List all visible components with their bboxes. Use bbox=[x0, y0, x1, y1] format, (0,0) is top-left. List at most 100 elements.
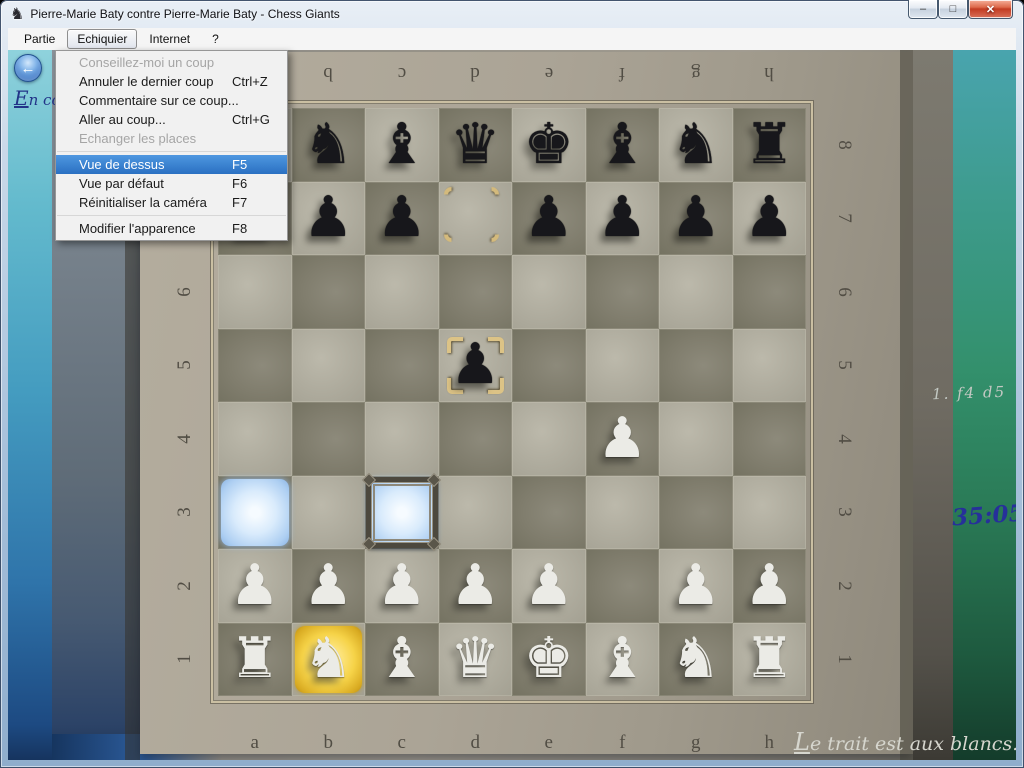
file-label-bottom-c: c bbox=[398, 732, 406, 754]
menu-item-shortcut: Ctrl+G bbox=[232, 110, 270, 129]
window-title: Pierre-Marie Baty contre Pierre-Marie Ba… bbox=[30, 7, 339, 21]
menu-separator bbox=[57, 151, 286, 152]
menu-item-1[interactable]: Annuler le dernier coupCtrl+Z bbox=[56, 72, 287, 91]
menu-item-shortcut: F7 bbox=[232, 193, 247, 212]
chess-piece-white-pawn-a2[interactable]: ♟ bbox=[218, 549, 292, 623]
chess-piece-black-pawn-c7[interactable]: ♟ bbox=[365, 182, 439, 256]
menu-item-shortcut: F6 bbox=[232, 174, 247, 193]
background-right-strip bbox=[953, 50, 1016, 760]
menu-separator bbox=[57, 215, 286, 216]
chess-piece-black-pawn-e7[interactable]: ♟ bbox=[512, 182, 586, 256]
menu-item-3[interactable]: Aller au coup... Ctrl+G bbox=[56, 110, 287, 129]
rank-label-right-3: 3 bbox=[833, 508, 855, 518]
file-label-top-b: b bbox=[324, 62, 334, 84]
file-label-bottom-b: b bbox=[324, 732, 334, 754]
menu-item-shortcut: Ctrl+Z bbox=[232, 72, 268, 91]
rank-label-left-1: 1 bbox=[174, 655, 196, 665]
rank-label-right-2: 2 bbox=[833, 581, 855, 591]
file-label-top-c: c bbox=[398, 62, 406, 84]
menubar-item-echiquier[interactable]: Echiquier bbox=[67, 29, 137, 49]
menu-item-label: Réinitialiser la caméra bbox=[79, 195, 207, 210]
file-label-top-h: h bbox=[765, 62, 775, 84]
menu-item-shortcut: F5 bbox=[232, 155, 247, 174]
chess-piece-black-king-e8[interactable]: ♚ bbox=[512, 108, 586, 182]
table-right-edge bbox=[913, 50, 953, 760]
file-label-top-g: g bbox=[691, 62, 701, 84]
move-list-text: 1. f4 d5 bbox=[932, 383, 1007, 404]
file-label-bottom-g: g bbox=[691, 732, 701, 754]
app-window: ♞ Pierre-Marie Baty contre Pierre-Marie … bbox=[0, 0, 1024, 768]
rank-label-left-4: 4 bbox=[174, 434, 196, 444]
file-label-top-d: d bbox=[471, 62, 481, 84]
menu-item-label: Conseillez-moi un coup bbox=[79, 55, 214, 70]
rank-label-left-3: 3 bbox=[174, 508, 196, 518]
chess-piece-white-bishop-f1[interactable]: ♝ bbox=[586, 623, 660, 697]
menu-item-4[interactable]: Echanger les places bbox=[56, 129, 287, 148]
chess-piece-black-bishop-f8[interactable]: ♝ bbox=[586, 108, 660, 182]
highlight-hover-frame-c3 bbox=[366, 477, 438, 549]
app-knight-icon: ♞ bbox=[10, 4, 24, 24]
chess-piece-white-pawn-f4[interactable]: ♟ bbox=[586, 402, 660, 476]
chess-piece-white-pawn-e2[interactable]: ♟ bbox=[512, 549, 586, 623]
board-pieces: ♜♞♝♛♚♝♞♜♟♟♟♟♟♟♟♟♟♟♟♟♟♟♟♟♜♞♝♛♚♝♞♜ bbox=[218, 108, 806, 696]
chess-piece-white-rook-a1[interactable]: ♜ bbox=[218, 623, 292, 697]
menu-item-label: Vue de dessus bbox=[79, 157, 165, 172]
chess-piece-black-pawn-d5[interactable]: ♟ bbox=[439, 329, 513, 403]
menu-item-label: Modifier l'apparence bbox=[79, 221, 196, 236]
chess-piece-black-knight-b8[interactable]: ♞ bbox=[292, 108, 366, 182]
rank-label-right-1: 1 bbox=[833, 655, 855, 665]
menu-item-10[interactable]: Modifier l'apparence F8 bbox=[56, 219, 287, 238]
rank-label-right-8: 8 bbox=[833, 140, 855, 150]
menubar-item-partie[interactable]: Partie bbox=[14, 29, 65, 49]
chess-piece-black-pawn-f7[interactable]: ♟ bbox=[586, 182, 660, 256]
file-label-top-e: e bbox=[545, 62, 553, 84]
turn-status-text: Le trait est aux blancs. bbox=[794, 728, 1016, 756]
menu-item-6[interactable]: Vue de dessus F5 bbox=[56, 155, 287, 174]
chess-piece-white-king-e1[interactable]: ♚ bbox=[512, 623, 586, 697]
chess-piece-white-pawn-g2[interactable]: ♟ bbox=[659, 549, 733, 623]
file-label-bottom-a: a bbox=[251, 732, 259, 754]
chess-piece-white-pawn-d2[interactable]: ♟ bbox=[439, 549, 513, 623]
chess-piece-black-knight-g8[interactable]: ♞ bbox=[659, 108, 733, 182]
file-label-top-f: f bbox=[619, 62, 625, 84]
menu-item-8[interactable]: Réinitialiser la caméra F7 bbox=[56, 193, 287, 212]
rank-label-right-5: 5 bbox=[833, 361, 855, 371]
menu-item-label: Echanger les places bbox=[79, 131, 196, 146]
chess-piece-white-pawn-h2[interactable]: ♟ bbox=[733, 549, 807, 623]
menubar-item-internet[interactable]: Internet bbox=[139, 29, 200, 49]
chess-piece-black-pawn-b7[interactable]: ♟ bbox=[292, 182, 366, 256]
back-button[interactable]: ← bbox=[14, 54, 42, 82]
menubar-item-?[interactable]: ? bbox=[202, 29, 229, 49]
chess-piece-white-queen-d1[interactable]: ♛ bbox=[439, 623, 513, 697]
chess-piece-white-rook-h1[interactable]: ♜ bbox=[733, 623, 807, 697]
rank-label-right-4: 4 bbox=[833, 434, 855, 444]
menu-item-0[interactable]: Conseillez-moi un coup bbox=[56, 53, 287, 72]
menu-item-2[interactable]: Commentaire sur ce coup... bbox=[56, 91, 287, 110]
rank-label-left-6: 6 bbox=[174, 287, 196, 297]
menu-bar: PartieEchiquierInternet? bbox=[8, 28, 1016, 50]
echiquier-menu: Conseillez-moi un coup Annuler le dernier… bbox=[55, 50, 288, 241]
clock-text: 35:05 bbox=[951, 500, 1016, 532]
file-label-bottom-h: h bbox=[765, 732, 775, 754]
chess-piece-white-pawn-b2[interactable]: ♟ bbox=[292, 549, 366, 623]
chess-piece-white-knight-g1[interactable]: ♞ bbox=[659, 623, 733, 697]
menu-item-label: Aller au coup... bbox=[79, 112, 166, 127]
chess-piece-black-rook-h8[interactable]: ♜ bbox=[733, 108, 807, 182]
maximize-button[interactable]: □ bbox=[938, 0, 968, 19]
title-bar[interactable]: ♞ Pierre-Marie Baty contre Pierre-Marie … bbox=[0, 0, 1024, 28]
rank-label-left-5: 5 bbox=[174, 361, 196, 371]
chess-piece-black-pawn-g7[interactable]: ♟ bbox=[659, 182, 733, 256]
close-button[interactable]: ✕ bbox=[968, 0, 1013, 19]
chess-piece-black-queen-d8[interactable]: ♛ bbox=[439, 108, 513, 182]
menu-item-shortcut: F8 bbox=[232, 219, 247, 238]
file-label-bottom-d: d bbox=[471, 732, 481, 754]
menu-item-label: Vue par défaut bbox=[79, 176, 164, 191]
rank-label-right-6: 6 bbox=[833, 287, 855, 297]
minimize-button[interactable]: – bbox=[908, 0, 938, 19]
chess-piece-black-bishop-c8[interactable]: ♝ bbox=[365, 108, 439, 182]
chess-piece-white-knight-b1[interactable]: ♞ bbox=[292, 623, 366, 697]
chess-piece-black-pawn-h7[interactable]: ♟ bbox=[733, 182, 807, 256]
menu-item-7[interactable]: Vue par défaut F6 bbox=[56, 174, 287, 193]
chess-piece-white-pawn-c2[interactable]: ♟ bbox=[365, 549, 439, 623]
chess-piece-white-bishop-c1[interactable]: ♝ bbox=[365, 623, 439, 697]
